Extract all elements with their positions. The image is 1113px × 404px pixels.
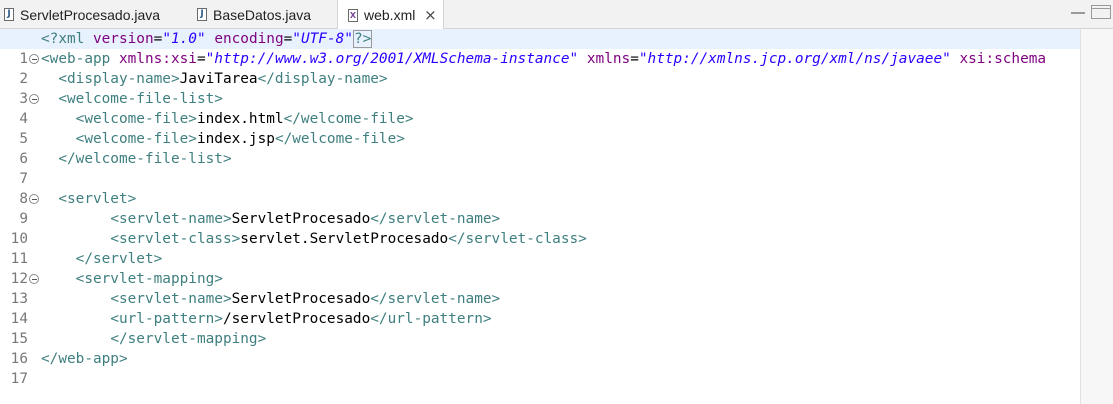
xml-source-editor[interactable]: 1 <?xml version="1.0" encoding="UTF-8"?>…	[0, 29, 1113, 404]
tab-label: BaseDatos.java	[213, 6, 312, 23]
minimize-icon[interactable]	[1068, 5, 1088, 19]
fold-toggle-icon[interactable]	[29, 274, 39, 284]
tab-label: web.xml	[364, 7, 416, 23]
fold-toggle-icon[interactable]	[29, 94, 39, 104]
code-line: 10 <servlet-name>ServletProcesado</servl…	[0, 209, 1080, 247]
code-line: 6 <welcome-file>index.jsp</welcome-file>	[0, 129, 1080, 167]
code-line: 11 <servlet-class>servlet.ServletProcesa…	[0, 229, 1080, 267]
editor-tab-bar: J ServletProcesado.java J BaseDatos.java…	[0, 0, 1113, 30]
line-number: 17	[10, 371, 28, 387]
code-line: 15 <url-pattern>/servletProcesado</url-p…	[0, 309, 1080, 347]
tab-web-xml[interactable]: X web.xml ×	[337, 0, 444, 30]
fold-toggle-icon[interactable]	[29, 194, 39, 204]
fold-toggle-icon[interactable]	[29, 54, 39, 64]
code-line: 1 <?xml version="1.0" encoding="UTF-8"?>	[0, 29, 1080, 67]
java-file-icon: J	[4, 8, 14, 21]
xml-file-icon: X	[348, 8, 358, 22]
code-line: 9 <servlet>	[0, 189, 1080, 227]
code-line: 16 </servlet-mapping>	[0, 329, 1080, 367]
code-line: 7 </welcome-file-list>	[0, 149, 1080, 187]
code-line: 8	[0, 169, 1080, 207]
code-line: 3 <display-name>JaviTarea</display-name>	[0, 69, 1080, 107]
code-line: 5 <welcome-file>index.html</welcome-file…	[0, 109, 1080, 147]
close-icon[interactable]: ×	[423, 6, 437, 24]
tab-label: ServletProcesado.java	[20, 6, 161, 23]
maximize-icon[interactable]	[1091, 5, 1111, 19]
code-line: 14 <servlet-name>ServletProcesado</servl…	[0, 289, 1080, 327]
tab-basedatos-java[interactable]: J BaseDatos.java	[197, 0, 311, 29]
vertical-scrollbar[interactable]	[1080, 29, 1113, 404]
code-line: 4 <welcome-file-list>	[0, 89, 1080, 127]
code-line: 13 <servlet-mapping>	[0, 269, 1080, 307]
java-file-icon: J	[197, 8, 207, 21]
code-line: 12 </servlet>	[0, 249, 1080, 287]
code-line: 2 <web-app xmlns:xsi="http://www.w3.org/…	[0, 49, 1080, 87]
tab-servletprocesado-java[interactable]: J ServletProcesado.java	[4, 0, 160, 29]
code-line: 17 </web-app>	[0, 349, 1080, 387]
